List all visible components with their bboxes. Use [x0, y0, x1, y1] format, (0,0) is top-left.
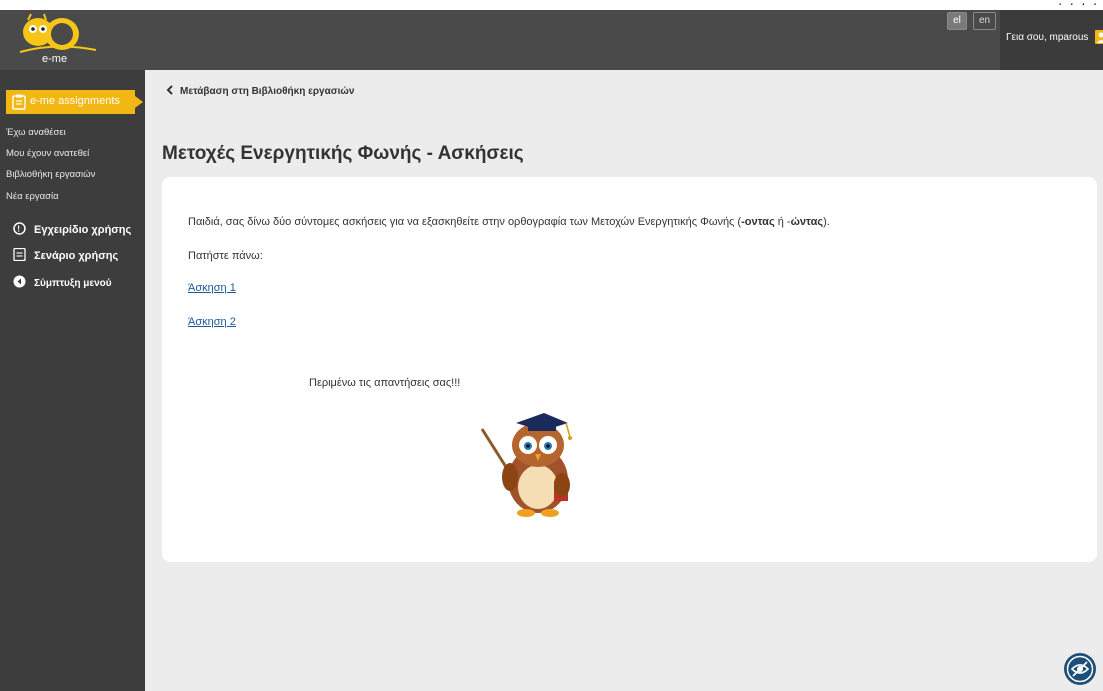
sidebar-item-assigned-to-me[interactable]: Μου έχουν ανατεθεί	[6, 148, 89, 159]
sidebar: e-me assignments Έχω αναθέσει Μου έχουν …	[0, 70, 145, 691]
sidebar-item-label: Εγχειρίδιο χρήσης	[34, 224, 132, 236]
waiting-text: Περιμένω τις απαντήσεις σας!!!	[309, 377, 461, 389]
top-strip: ‧ ‧ ‧ ‧	[0, 0, 1103, 12]
lang-el-button[interactable]: el	[947, 12, 967, 30]
owl-teacher-image	[466, 405, 604, 525]
sidebar-item-assigned-by-me[interactable]: Έχω αναθέσει	[6, 127, 66, 138]
collapse-icon	[13, 275, 26, 288]
help-icon: !	[13, 222, 26, 235]
sidebar-active-label: e-me assignments	[30, 95, 120, 107]
user-greeting: Γεια σου, mparous	[1006, 32, 1089, 43]
sidebar-item-library[interactable]: Βιβλιοθήκη εργασιών	[6, 169, 95, 180]
sidebar-item-label: Σύμπτυξη μενού	[34, 278, 112, 289]
active-indicator	[135, 96, 143, 108]
press-instruction: Πατήστε πάνω:	[188, 250, 263, 262]
intro-text: Παιδιά, σας δίνω δύο σύντομες ασκήσεις γ…	[188, 216, 830, 228]
sidebar-item-label: Σενάριο χρήσης	[34, 250, 119, 262]
sidebar-item-collapse[interactable]: Σύμπτυξη μενού	[13, 275, 112, 289]
svg-text:e-me: e-me	[42, 53, 67, 65]
user-avatar-icon	[1095, 30, 1103, 44]
svg-text:!: !	[17, 225, 20, 234]
e-me-logo[interactable]: e-me	[16, 12, 106, 66]
lang-en-button[interactable]: en	[973, 12, 997, 30]
assignment-card: Παιδιά, σας δίνω δύο σύντομες ασκήσεις γ…	[162, 177, 1097, 562]
back-label: Μετάβαση στη Βιβλιοθήκη εργασιών	[180, 86, 355, 97]
sidebar-item-new-assignment[interactable]: Νέα εργασία	[6, 191, 59, 202]
chevron-left-icon	[166, 85, 173, 95]
sidebar-item-assignments[interactable]: e-me assignments	[6, 90, 143, 114]
user-menu[interactable]: Γεια σου, mparous	[1000, 10, 1103, 70]
back-to-library-link[interactable]: Μετάβαση στη Βιβλιοθήκη εργασιών	[166, 85, 354, 97]
sidebar-item-scenario[interactable]: Σενάριο χρήσης	[13, 248, 118, 262]
sidebar-item-manual[interactable]: ! Εγχειρίδιο χρήσης	[13, 222, 131, 236]
page-title: Μετοχές Ενεργητικής Φωνής - Ασκήσεις	[162, 143, 524, 164]
accessibility-eye-icon[interactable]	[1063, 652, 1097, 686]
clipboard-icon	[12, 94, 26, 110]
exercise-2-link[interactable]: Άσκηση 2	[188, 316, 236, 328]
app-header: e-me el en Γεια σου, mparous	[0, 10, 1103, 70]
exercise-1-link[interactable]: Άσκηση 1	[188, 282, 236, 294]
document-icon	[13, 248, 26, 261]
